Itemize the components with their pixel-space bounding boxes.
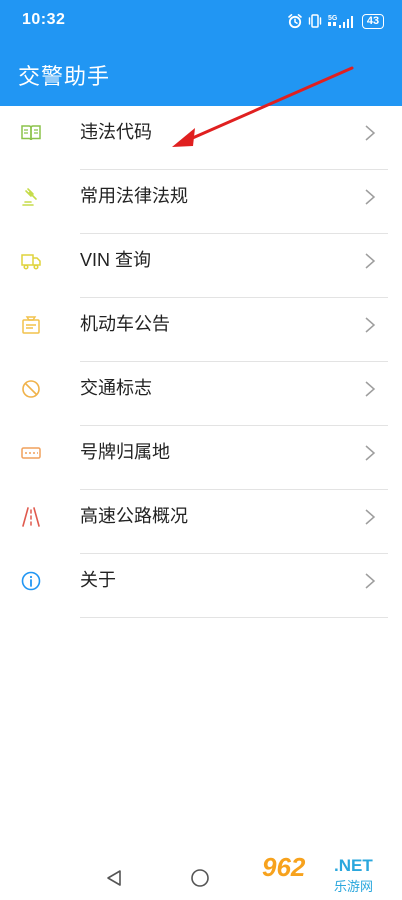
menu-item-traffic-signs[interactable]: 交通标志: [0, 362, 402, 426]
menu-item-label: 交通标志: [80, 378, 152, 398]
menu-item-label: 违法代码: [80, 122, 152, 142]
chevron-right-icon: [365, 445, 376, 461]
menu-item-highway-overview[interactable]: 高速公路概况: [0, 490, 402, 554]
app-title: 交警助手: [18, 64, 111, 89]
menu-item-violation-codes[interactable]: 违法代码: [0, 106, 402, 170]
menu-item-vehicle-notice[interactable]: 机动车公告: [0, 298, 402, 362]
chevron-right-icon: [365, 253, 376, 269]
battery-indicator: 43: [362, 13, 384, 29]
menu-item-label: 机动车公告: [80, 314, 170, 334]
alarm-icon: [288, 14, 302, 29]
chevron-right-icon: [365, 509, 376, 525]
gavel-icon: [22, 188, 37, 206]
vibrate-icon: [308, 14, 322, 28]
menu-item-label: 常用法律法规: [80, 186, 188, 206]
signal-5g-icon: 5G: [328, 15, 353, 28]
chevron-right-icon: [365, 317, 376, 333]
menu-list: 违法代码 常用法律法规 VIN 查询 机动车公告 交通标志 号牌归属地 高速公路…: [0, 106, 402, 618]
license-plate-icon: [21, 447, 41, 459]
menu-item-about[interactable]: 关于: [0, 554, 402, 618]
menu-item-label: 号牌归属地: [80, 442, 170, 462]
chevron-right-icon: [365, 189, 376, 205]
chevron-right-icon: [365, 573, 376, 589]
home-circle-icon[interactable]: [190, 868, 210, 888]
watermark-site: 乐游网: [334, 879, 374, 894]
network-type-label: 5G: [328, 15, 338, 22]
app-bar: 交警助手: [0, 40, 402, 106]
prohibited-icon: [22, 380, 40, 398]
back-triangle-icon[interactable]: [105, 868, 123, 888]
highway-icon: [22, 507, 40, 527]
status-time: 10:32: [22, 11, 66, 28]
divider: [80, 617, 388, 618]
truck-icon: [21, 254, 41, 270]
notice-icon: [22, 316, 40, 334]
menu-item-vin-query[interactable]: VIN 查询: [0, 234, 402, 298]
watermark-suffix: .NET: [334, 856, 373, 875]
menu-item-laws[interactable]: 常用法律法规: [0, 170, 402, 234]
chevron-right-icon: [365, 381, 376, 397]
watermark-logo: 962 .NET 乐游网: [262, 852, 396, 896]
info-icon: [21, 571, 41, 591]
watermark-number: 962: [262, 852, 306, 882]
book-icon: [21, 125, 41, 141]
chevron-right-icon: [365, 125, 376, 141]
menu-item-label: VIN 查询: [80, 250, 152, 270]
menu-item-label: 关于: [80, 570, 116, 590]
menu-item-plate-location[interactable]: 号牌归属地: [0, 426, 402, 490]
menu-item-label: 高速公路概况: [80, 506, 188, 526]
status-icons: 5G 43: [287, 11, 384, 31]
status-bar: 10:32 5G 43: [0, 0, 402, 40]
